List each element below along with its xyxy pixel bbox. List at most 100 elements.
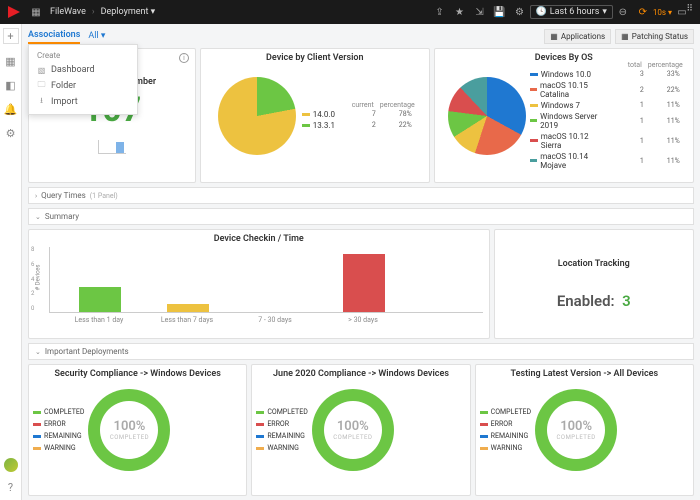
tabs: Associations All ▾ Create ▧Dashboard 🗀Fo…	[28, 28, 694, 44]
bar	[343, 254, 385, 312]
legend-row[interactable]: ERROR	[256, 419, 307, 429]
topbar: ▦ FileWave › Deployment ▾ ⇪ ★ ⇲ 💾 ⚙ 🕓 La…	[0, 0, 700, 24]
dd-dashboard[interactable]: ▧Dashboard	[29, 62, 137, 78]
pct-label: COMPLETED	[557, 434, 596, 441]
folder-icon: 🗀	[37, 82, 46, 91]
y-axis-label: # Devices	[35, 264, 42, 290]
legend: COMPLETED ERROR REMAINING WARNING	[33, 407, 84, 453]
sparkline	[98, 140, 126, 154]
grid-icon[interactable]: ▦	[4, 54, 18, 68]
donut-chart: 100%COMPLETED	[312, 389, 394, 471]
panel-deployment[interactable]: June 2020 Compliance -> Windows Devices …	[251, 364, 470, 496]
bell-icon[interactable]: 🔔	[4, 102, 18, 116]
legend-row[interactable]: WARNING	[33, 443, 84, 453]
panel-title: Security Compliance -> Windows Devices	[29, 369, 246, 379]
section-summary[interactable]: ⌄ Summary	[28, 208, 694, 225]
bar	[79, 287, 121, 312]
panel-title: Device by Client Version	[201, 53, 429, 63]
avatar[interactable]	[4, 458, 18, 472]
share-icon[interactable]: ⇪	[431, 3, 449, 21]
panel-title: Device Checkin / Time	[35, 234, 483, 244]
apps-icon[interactable]: ▦	[27, 3, 45, 21]
chevron-icon: ›	[35, 192, 37, 200]
legend-row[interactable]: 13.3.1222%	[302, 120, 412, 131]
location-value: Enabled: 3	[557, 292, 631, 310]
panel-title: Location Tracking	[558, 259, 630, 269]
panel-client-version[interactable]: Device by Client Version currentpercenta…	[200, 48, 430, 183]
panel-deployment[interactable]: Security Compliance -> Windows Devices C…	[28, 364, 247, 496]
panel-title: Testing Latest Version -> All Devices	[476, 369, 693, 379]
legend-row[interactable]: REMAINING	[33, 431, 84, 441]
breadcrumb-section[interactable]: Deployment ▾	[97, 7, 160, 17]
legend-row[interactable]: WARNING	[480, 443, 531, 453]
panel-location[interactable]: Location Tracking Enabled: 3	[494, 229, 694, 339]
import-icon: ⭳	[37, 98, 46, 107]
zoom-out-icon[interactable]: ⊖	[614, 3, 632, 21]
pct-value: 100%	[337, 419, 369, 434]
dropdown-heading: Create	[29, 49, 137, 62]
add-button[interactable]: +	[3, 28, 19, 44]
tab-all[interactable]: All ▾	[88, 29, 105, 43]
info-icon[interactable]: i	[179, 53, 189, 63]
pct-value: 100%	[560, 419, 592, 434]
legend-row[interactable]: Windows 7111%	[530, 100, 680, 111]
legend-row[interactable]: macOS 10.12 Sierra111%	[530, 131, 680, 151]
chevron-down-icon: ⌄	[35, 213, 41, 221]
legend: COMPLETED ERROR REMAINING WARNING	[256, 407, 307, 453]
pie-client-version	[218, 77, 296, 155]
tab-associations[interactable]: Associations	[28, 28, 80, 44]
legend-row[interactable]: ERROR	[33, 419, 84, 429]
legend-row[interactable]: 14.0.0778%	[302, 109, 412, 120]
legend-row[interactable]: REMAINING	[256, 431, 307, 441]
save-icon[interactable]: 💾	[491, 3, 509, 21]
legend: currentpercentage 14.0.0778% 13.3.1222%	[302, 101, 412, 131]
legend: COMPLETED ERROR REMAINING WARNING	[480, 407, 531, 453]
y-axis: 86420	[31, 246, 34, 312]
legend-row[interactable]: COMPLETED	[480, 407, 531, 417]
donut-chart: 100%COMPLETED	[88, 389, 170, 471]
time-range-button[interactable]: 🕓 Last 6 hours ▾	[530, 5, 613, 19]
pie-by-os	[448, 77, 526, 155]
legend-row[interactable]: WARNING	[256, 443, 307, 453]
cube-icon[interactable]: ◧	[4, 78, 18, 92]
legend-row[interactable]: macOS 10.14 Mojave111%	[530, 151, 680, 171]
content: Associations All ▾ Create ▧Dashboard 🗀Fo…	[22, 24, 700, 500]
pct-label: COMPLETED	[110, 434, 149, 441]
donut-chart: 100%COMPLETED	[535, 389, 617, 471]
pct-value: 100%	[114, 419, 146, 434]
bar	[167, 304, 209, 312]
export-icon[interactable]: ⇲	[471, 3, 489, 21]
panel-checkin[interactable]: Device Checkin / Time # Devices 86420 Le…	[28, 229, 490, 339]
panel-deployment[interactable]: Testing Latest Version -> All Devices CO…	[475, 364, 694, 496]
legend-row[interactable]: Windows 10.0333%	[530, 69, 680, 80]
dd-import[interactable]: ⭳Import	[29, 94, 137, 110]
chevron-icon: ›	[90, 7, 97, 17]
help-icon[interactable]: ?	[4, 480, 18, 494]
star-icon[interactable]: ★	[451, 3, 469, 21]
logo-icon	[8, 6, 20, 18]
dd-folder[interactable]: 🗀Folder	[29, 78, 137, 94]
settings-icon[interactable]: ⚙	[4, 126, 18, 140]
chart-icon: ▧	[37, 66, 46, 75]
legend-row[interactable]: ERROR	[480, 419, 531, 429]
breadcrumb-root[interactable]: FileWave	[46, 7, 90, 17]
legend: totalpercentage Windows 10.0333% macOS 1…	[530, 61, 680, 171]
legend-row[interactable]: macOS 10.15 Catalina222%	[530, 80, 680, 100]
panel-title: Devices By OS	[435, 53, 693, 63]
chevron-down-icon: ⌄	[35, 348, 41, 356]
applications-button[interactable]: ▦ Applications	[544, 29, 611, 44]
section-important-deployments[interactable]: ⌄ Important Deployments	[28, 343, 694, 360]
panel-by-os[interactable]: Devices By OS totalpercentage Windows 10…	[434, 48, 694, 183]
legend-row[interactable]: COMPLETED	[33, 407, 84, 417]
patching-status-button[interactable]: ▦ Patching Status	[615, 29, 694, 44]
legend-row[interactable]: COMPLETED	[256, 407, 307, 417]
section-query-times[interactable]: › Query Times (1 Panel) ⠿	[28, 187, 694, 204]
legend-row[interactable]: Windows Server 2019111%	[530, 111, 680, 131]
refresh-interval[interactable]: 10s ▾	[653, 8, 672, 17]
create-dropdown: Create ▧Dashboard 🗀Folder ⭳Import	[28, 44, 138, 115]
gear-icon[interactable]: ⚙	[511, 3, 529, 21]
bar-chart	[49, 247, 483, 313]
refresh-icon[interactable]: ⟳	[634, 3, 652, 21]
sidebar: + ▦ ◧ 🔔 ⚙ ?	[0, 24, 22, 500]
legend-row[interactable]: REMAINING	[480, 431, 531, 441]
